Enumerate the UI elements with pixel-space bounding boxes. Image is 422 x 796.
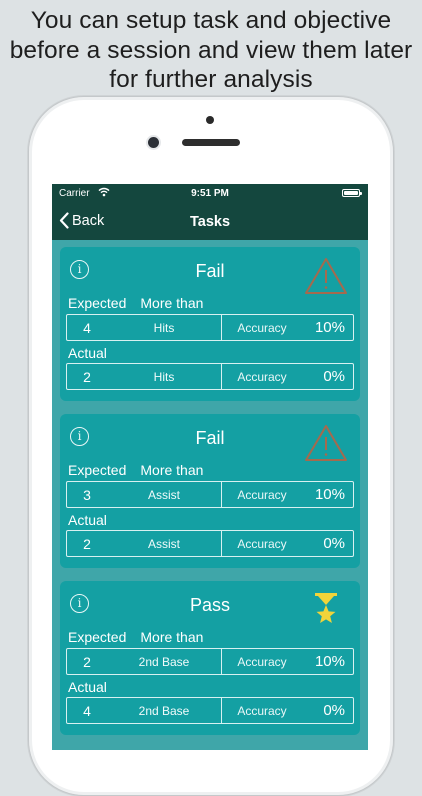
actual-unit: 2nd Base	[138, 703, 190, 718]
task-card[interactable]: i Pass Expected More than 2 2nd Base Accu…	[60, 581, 360, 735]
status-time: 9:51 PM	[191, 188, 229, 199]
expected-box: 3 Assist Accuracy 10%	[66, 481, 354, 508]
caption-line-3: for further analysis	[109, 66, 313, 93]
caption-line-2: before a session and view them later	[9, 36, 413, 64]
expected-label: Expected	[68, 295, 127, 311]
accuracy-label: Accuracy	[237, 487, 287, 502]
accuracy-label: Accuracy	[237, 320, 287, 335]
expected-value: 4	[83, 319, 91, 336]
expected-accuracy: 10%	[314, 486, 345, 503]
expected-box: 4 Hits Accuracy 10%	[66, 314, 354, 341]
status-bar: Carrier 9:51 PM	[52, 184, 368, 204]
expected-unit: Assist	[147, 487, 180, 502]
actual-unit: Assist	[147, 536, 180, 551]
task-card[interactable]: i Fail Expected More than 3 Assist Accura…	[60, 414, 360, 568]
proximity-sensor	[206, 116, 214, 124]
actual-value: 2	[83, 368, 91, 385]
actual-unit: Hits	[153, 369, 175, 384]
actual-label: Actual	[68, 345, 107, 361]
expected-row-label: Expected More than	[68, 629, 203, 645]
actual-value: 4	[83, 702, 91, 719]
earpiece-speaker	[182, 139, 240, 146]
expected-row-label: Expected More than	[68, 462, 203, 478]
promo-caption: You can setup task and objective before …	[0, 6, 422, 95]
actual-value: 2	[83, 535, 91, 552]
task-card[interactable]: i Fail Expected More than 4 Hits Accuracy…	[60, 247, 360, 401]
warning-triangle-icon	[305, 425, 347, 461]
app-header: Carrier 9:51 PM Back Tasks	[52, 184, 368, 240]
comparison-label: More than	[140, 295, 204, 311]
actual-box: 2 Assist Accuracy 0%	[66, 530, 354, 557]
accuracy-label: Accuracy	[237, 703, 287, 718]
comparison-label: More than	[140, 629, 204, 645]
app-screen: Carrier 9:51 PM Back Tasks i Fail Expect…	[52, 184, 368, 750]
front-camera	[148, 137, 159, 148]
navigation-bar: Back Tasks	[52, 204, 368, 240]
trophy-icon	[315, 593, 337, 623]
warning-triangle-icon	[305, 258, 347, 294]
expected-accuracy: 10%	[314, 653, 345, 670]
page-title: Tasks	[189, 214, 231, 230]
expected-row-label: Expected More than	[68, 295, 203, 311]
actual-label: Actual	[68, 679, 107, 695]
actual-accuracy: 0%	[323, 368, 345, 385]
expected-unit: 2nd Base	[138, 654, 190, 669]
comparison-label: More than	[140, 462, 204, 478]
actual-box: 2 Hits Accuracy 0%	[66, 363, 354, 390]
accuracy-label: Accuracy	[237, 369, 287, 384]
actual-accuracy: 0%	[323, 702, 345, 719]
expected-value: 3	[83, 486, 91, 503]
caption-line-1: You can setup task and objective	[30, 7, 392, 34]
expected-unit: Hits	[153, 320, 175, 335]
expected-label: Expected	[68, 462, 127, 478]
expected-label: Expected	[68, 629, 127, 645]
actual-accuracy: 0%	[323, 535, 345, 552]
expected-accuracy: 10%	[314, 319, 345, 336]
actual-label: Actual	[68, 512, 107, 528]
accuracy-label: Accuracy	[237, 654, 287, 669]
battery-icon	[342, 189, 362, 197]
expected-value: 2	[83, 653, 91, 670]
accuracy-label: Accuracy	[237, 536, 287, 551]
actual-box: 4 2nd Base Accuracy 0%	[66, 697, 354, 724]
expected-box: 2 2nd Base Accuracy 10%	[66, 648, 354, 675]
